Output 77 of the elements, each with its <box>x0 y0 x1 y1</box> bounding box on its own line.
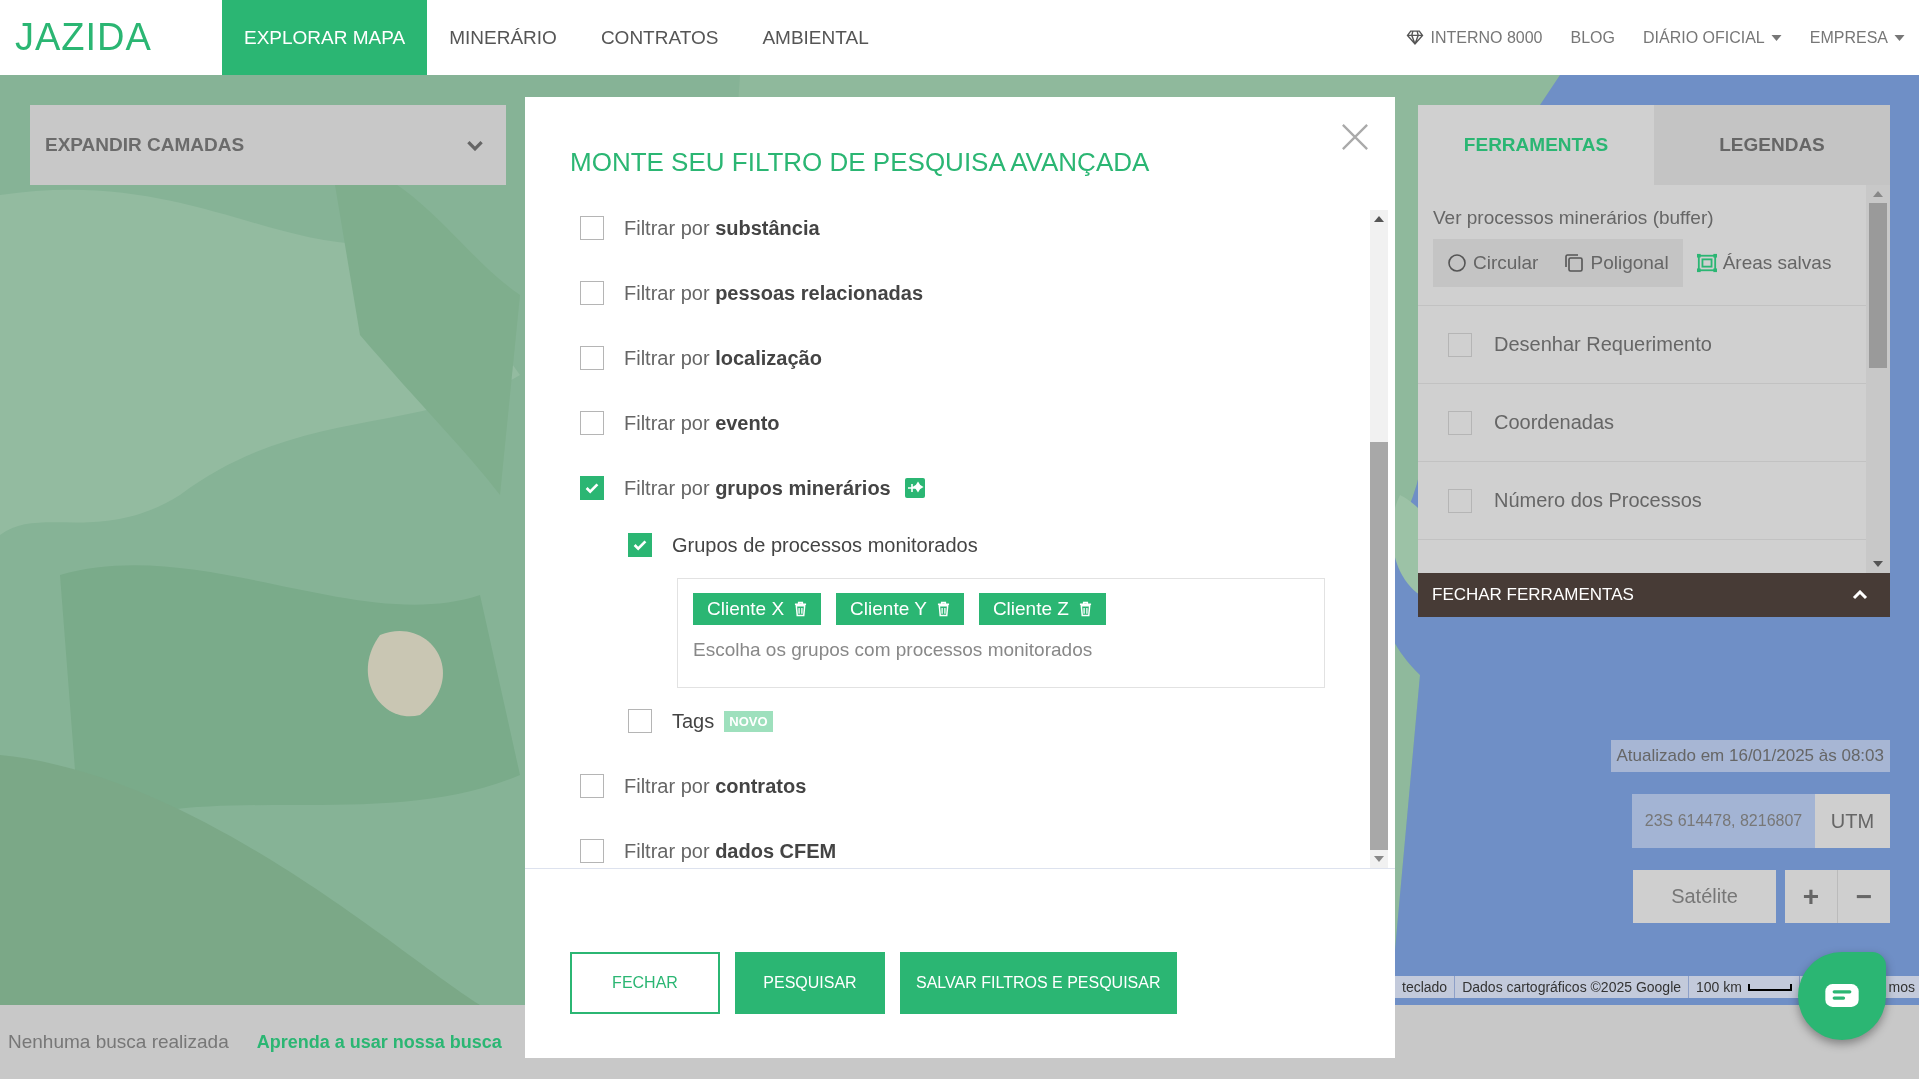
nav-link[interactable]: BLOG <box>1570 28 1615 47</box>
option-label: Coordenadas <box>1494 411 1615 434</box>
chat-icon <box>1825 983 1859 1009</box>
section-heading: Ver processos minerários (buffer) <box>1432 206 1715 230</box>
dropdown-menu[interactable]: EMPRESA <box>1809 28 1905 47</box>
map-type-button[interactable]: Satélite <box>1633 870 1776 923</box>
zoom-in-button[interactable]: + <box>1785 870 1837 923</box>
nav-tab[interactable]: CONTRATOS <box>578 0 741 75</box>
caret-down-icon[interactable] <box>1873 561 1883 567</box>
group-chip: Cliente Z <box>978 593 1106 625</box>
filter-label: Filtrar por substância <box>624 216 820 240</box>
close-button[interactable]: FECHAR <box>570 952 720 1014</box>
caret-icon <box>1894 34 1905 41</box>
filter-label: Filtrar por contratos <box>624 774 807 798</box>
caret-icon <box>1770 34 1782 41</box>
search-button[interactable]: PESQUISAR <box>735 952 885 1014</box>
zoom-out-button[interactable]: − <box>1838 870 1890 923</box>
caret-down-icon[interactable] <box>1374 856 1384 862</box>
new-badge: NOVO <box>724 710 773 732</box>
filter-label: Filtrar por dados CFEM <box>624 839 837 863</box>
trash-icon[interactable] <box>794 601 808 617</box>
filter-label: Filtrar por localização <box>624 346 822 370</box>
group-chip: Cliente X <box>693 593 822 625</box>
chevron-up-icon <box>1852 590 1868 600</box>
trash-icon[interactable] <box>936 601 950 617</box>
saved-areas-button[interactable]: Áreas salvas <box>1696 252 1832 274</box>
close-icon[interactable] <box>1341 123 1369 151</box>
filter-label: Filtrar por pessoas relacionadas <box>624 281 923 305</box>
attribution-text: mos <box>1887 978 1916 997</box>
dialog-title: MONTE SEU FILTRO DE PESQUISA AVANÇADA <box>570 146 1151 179</box>
update-timestamp: Atualizado em 16/01/2025 às 08:03 <box>1610 740 1890 772</box>
checkbox[interactable] <box>580 839 604 863</box>
nav-tab[interactable]: EXPLORAR MAPA <box>222 0 428 75</box>
coordinates-readout: 23S 614478, 8216807 <box>1632 794 1815 848</box>
nav-tab[interactable]: MINERÁRIO <box>427 0 579 75</box>
filter-label: Grupos de processos monitorados <box>672 533 978 557</box>
checkbox[interactable] <box>628 533 652 557</box>
chevron-down-icon <box>466 139 484 151</box>
map-scale: 100 km <box>1689 976 1800 998</box>
checkbox[interactable] <box>1448 488 1472 513</box>
search-button[interactable]: SALVAR FILTROS E PESQUISAR <box>900 952 1177 1014</box>
copy-icon <box>1564 253 1585 273</box>
diamond-icon <box>1406 30 1425 45</box>
status-message: Nenhuma busca realizada <box>8 1031 229 1053</box>
expand-layers-dropdown[interactable]: EXPANDIR CAMADAS <box>30 105 506 185</box>
selection-icon <box>1696 253 1717 273</box>
attribution-text: Dados cartográficos ©2025 Google <box>1455 976 1690 998</box>
filter-label: Filtrar por evento <box>624 411 780 435</box>
checkbox[interactable] <box>580 476 604 500</box>
circle-icon <box>1447 253 1467 273</box>
filter-label: Filtrar por grupos minerários <box>624 476 891 500</box>
scrollbar[interactable] <box>1370 210 1388 868</box>
buffer-option[interactable]: Poligonal <box>1564 252 1669 274</box>
close-tools-bar[interactable]: FECHAR FERRAMENTAS <box>1418 573 1890 617</box>
dropdown-menu[interactable]: DIÁRIO OFICIAL <box>1642 28 1782 47</box>
option-label: Desenhar Requerimento <box>1494 333 1712 356</box>
buffer-option[interactable]: Circular <box>1447 252 1539 274</box>
logo[interactable]: JAZIDA <box>15 16 205 59</box>
caret-up-icon[interactable] <box>1374 216 1384 222</box>
group-chip: Cliente Y <box>836 593 964 625</box>
nav-link[interactable]: INTERNO 8000 <box>1406 28 1543 47</box>
panel-tab[interactable]: LEGENDAS <box>1654 105 1890 185</box>
option-label: Número dos Processos <box>1494 489 1702 512</box>
checkbox[interactable] <box>628 709 652 733</box>
checkbox[interactable] <box>580 411 604 435</box>
trash-icon[interactable] <box>1078 601 1092 617</box>
checkbox[interactable] <box>1448 332 1472 357</box>
nav-tab[interactable]: AMBIENTAL <box>740 0 891 75</box>
checkbox[interactable] <box>580 281 604 305</box>
checkbox[interactable] <box>580 216 604 240</box>
checkbox[interactable] <box>580 774 604 798</box>
checkbox[interactable] <box>580 346 604 370</box>
filter-label: Tags <box>672 709 715 733</box>
scrollbar[interactable] <box>1866 185 1890 573</box>
add-icon[interactable] <box>904 478 925 498</box>
checkbox[interactable] <box>1448 410 1472 435</box>
coordinate-system-button[interactable]: UTM <box>1815 794 1890 848</box>
